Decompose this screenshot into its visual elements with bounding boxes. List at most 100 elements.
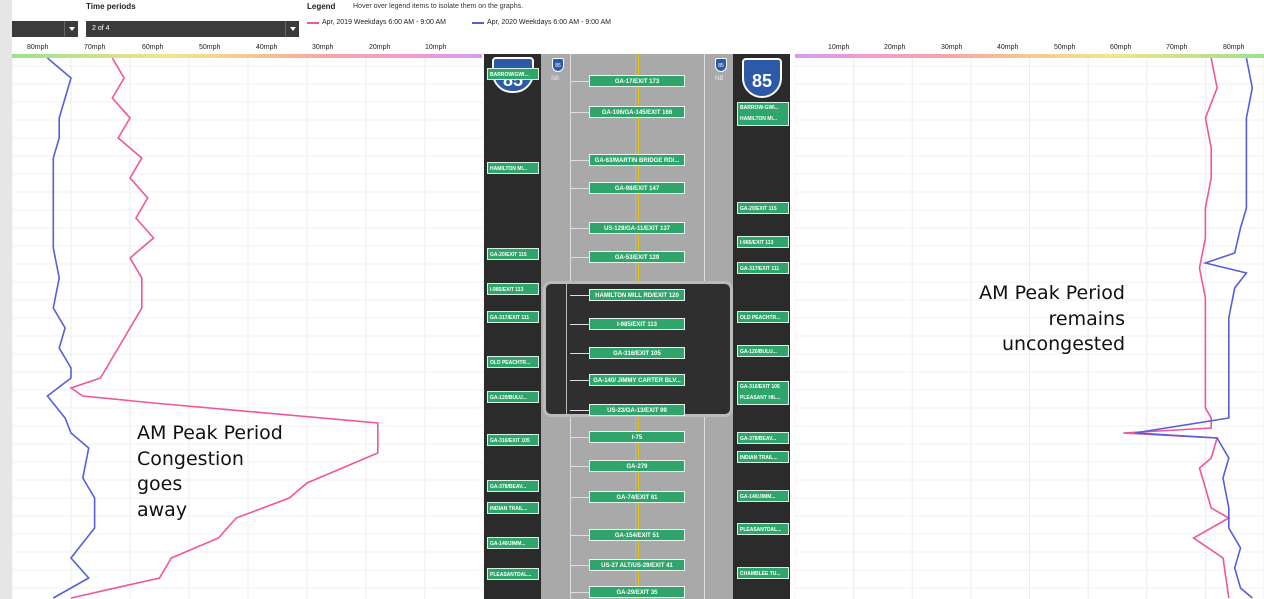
right-road-label[interactable]: PLEASANTDAL... xyxy=(737,523,789,535)
exit-sign[interactable]: GA-17/EXIT 173 xyxy=(589,75,685,87)
exit-connector xyxy=(570,160,590,161)
exit-connector xyxy=(570,565,590,566)
right-tick: 70mph xyxy=(1166,44,1188,51)
right-road-label[interactable]: GA-20/EXIT 115 xyxy=(737,202,789,214)
chevron-down-icon[interactable] xyxy=(64,21,78,37)
exit-sign[interactable]: HAMILTON MILL RD/EXIT 120 xyxy=(589,289,685,301)
right-road-label[interactable]: GA-316/EXIT 105 PLEASANT HIL... xyxy=(737,381,789,405)
left-road-label[interactable]: BARROW/GWI... xyxy=(487,68,539,80)
exit-sign[interactable]: GA-140/ JIMMY CARTER BLV... xyxy=(589,374,685,386)
exit-connector xyxy=(570,295,590,296)
right-road-label[interactable]: I-985/EXIT 113 xyxy=(737,236,789,248)
legend-item-2019[interactable]: Apr, 2019 Weekdays 6:00 AM - 9:00 AM xyxy=(307,19,446,26)
legend-item-2020[interactable]: Apr, 2020 Weekdays 6:00 AM - 9:00 AM xyxy=(472,19,611,26)
exit-sign[interactable]: GA-53/EXIT 129 xyxy=(589,251,685,263)
left-road-label[interactable]: GA-316/EXIT 105 xyxy=(487,434,539,446)
annotation-line: Congestion xyxy=(137,447,244,470)
chevron-down-icon[interactable] xyxy=(285,21,299,37)
right-annotation: AM Peak Period remains uncongested xyxy=(955,281,1125,358)
time-period-select[interactable]: 2 of 4 xyxy=(86,21,299,37)
left-road-label[interactable]: GA-20/EXIT 115 xyxy=(487,248,539,260)
right-tick: 40mph xyxy=(997,44,1019,51)
time-period-select-value: 2 of 4 xyxy=(92,25,110,32)
exit-connector xyxy=(570,324,590,325)
annotation-line: away xyxy=(137,498,188,521)
right-road-label[interactable]: OLD PEACHTR... xyxy=(737,311,789,323)
left-road-label[interactable]: INDIAN TRAIL... xyxy=(487,502,539,514)
left-road-label[interactable]: GA-378/BEAV... xyxy=(487,480,539,492)
left-tick: 30mph xyxy=(312,44,334,51)
annotation-line: remains xyxy=(1048,307,1125,330)
right-road-label[interactable]: GA-120/BULU... xyxy=(737,345,789,357)
right-road-label[interactable]: BARROW-GWI... HAMILTON MI... xyxy=(737,102,789,126)
legend-swatch xyxy=(307,21,319,24)
left-select[interactable] xyxy=(12,21,78,37)
right-road-label[interactable]: GA-378/BEAV... xyxy=(737,432,789,444)
exit-sign[interactable]: GA-154/EXIT 51 xyxy=(589,529,685,541)
exit-connector xyxy=(570,410,590,411)
exit-sign[interactable]: GA-316/EXIT 105 xyxy=(589,347,685,359)
exit-sign[interactable]: GA-74/EXIT 61 xyxy=(589,491,685,503)
exit-sign[interactable]: GA-29/EXIT 35 xyxy=(589,586,685,598)
focus-road xyxy=(566,284,567,414)
right-road-label[interactable]: GA-317/EXIT 111 xyxy=(737,262,789,274)
interstate-mini-shield-icon: 85 xyxy=(715,58,727,72)
exit-sign[interactable]: I-985/EXIT 113 xyxy=(589,318,685,330)
left-road-label[interactable]: PLEASANTDAL... xyxy=(487,568,539,580)
legend-swatch xyxy=(472,21,484,24)
left-road-label[interactable]: I-985/EXIT 113 xyxy=(487,283,539,295)
exit-connector xyxy=(570,228,590,229)
left-road-label[interactable]: OLD PEACHTR... xyxy=(487,356,539,368)
corridor-map: 85 85 85 85 SB NB GA-17/EXIT 173 GA-106/G… xyxy=(484,54,790,599)
left-annotation: AM Peak Period Congestion goes away xyxy=(137,421,283,524)
left-tick: 10mph xyxy=(425,44,447,51)
interstate-mini-shield-icon: 85 xyxy=(552,58,564,72)
right-road-label[interactable]: CHAMBLEE TU... xyxy=(737,567,789,579)
direction-sb: SB xyxy=(551,76,560,82)
annotation-line: goes xyxy=(137,473,183,496)
right-tick: 20mph xyxy=(884,44,906,51)
left-tick: 40mph xyxy=(256,44,278,51)
exit-sign[interactable]: GA-106/GA-145/EXIT 166 xyxy=(589,106,685,118)
exit-sign[interactable]: US-129/GA-11/EXIT 137 xyxy=(589,222,685,234)
exit-connector xyxy=(570,112,590,113)
annotation-line: AM Peak Period xyxy=(979,282,1125,304)
interstate-shield-icon: 85 xyxy=(742,58,782,98)
exit-sign[interactable]: GA-63/MARTIN BRIDGE RD/... xyxy=(589,154,685,166)
legend-label: Apr, 2019 Weekdays 6:00 AM - 9:00 AM xyxy=(322,19,446,26)
series-line xyxy=(1123,58,1231,599)
exit-connector xyxy=(570,535,590,536)
left-tick: 80mph xyxy=(27,44,49,51)
annotation-line: uncongested xyxy=(1001,333,1125,356)
exit-connector xyxy=(570,81,590,82)
right-road-label[interactable]: INDIAN TRAIL... xyxy=(737,451,789,463)
exit-sign[interactable]: GA-98/EXIT 147 xyxy=(589,182,685,194)
right-tick: 30mph xyxy=(941,44,963,51)
left-road-label[interactable]: GA-120/BULU... xyxy=(487,391,539,403)
exit-sign[interactable]: I-75 xyxy=(589,431,685,443)
left-tick: 70mph xyxy=(84,44,106,51)
exit-connector xyxy=(570,497,590,498)
right-road-label[interactable]: GA-140/JIMM... xyxy=(737,490,789,502)
left-tick: 60mph xyxy=(142,44,164,51)
direction-nb: NB xyxy=(715,76,724,82)
exit-sign[interactable]: US-27 ALT/US-29/EXIT 41 xyxy=(589,559,685,571)
exit-connector xyxy=(570,437,590,438)
series-line xyxy=(1134,58,1254,599)
left-road-label[interactable]: GA-317/EXIT 111 xyxy=(487,311,539,323)
exit-sign[interactable]: GA-279 xyxy=(589,460,685,472)
left-gutter xyxy=(0,0,12,599)
exit-connector xyxy=(570,592,590,593)
left-tick: 50mph xyxy=(199,44,221,51)
exit-connector xyxy=(570,188,590,189)
exit-connector xyxy=(570,380,590,381)
left-tick: 20mph xyxy=(369,44,391,51)
legend-label: Apr, 2020 Weekdays 6:00 AM - 9:00 AM xyxy=(487,19,611,26)
legend-title: Legend xyxy=(307,2,336,11)
right-tick: 60mph xyxy=(1110,44,1132,51)
exit-connector xyxy=(570,466,590,467)
exit-sign[interactable]: US-23/GA-13/EXIT 99 xyxy=(589,404,685,416)
left-road-label[interactable]: HAMILTON MI... xyxy=(487,162,539,174)
right-tick: 50mph xyxy=(1054,44,1076,51)
left-road-label[interactable]: GA-140/JIMM... xyxy=(487,537,539,549)
